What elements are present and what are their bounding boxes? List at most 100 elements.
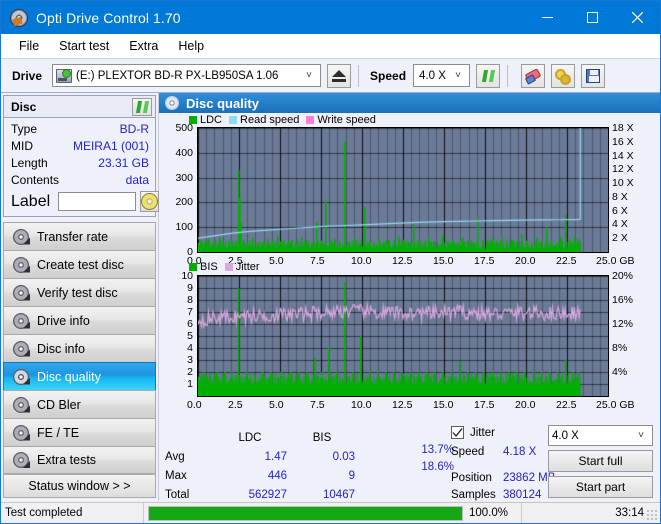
bis-plot[interactable] <box>197 275 609 397</box>
axis-tick-label: 18 X <box>612 122 634 134</box>
legend-label-read-speed: Read speed <box>240 114 300 126</box>
axis-tick-label: 9 <box>187 282 193 294</box>
test-speed-value: 4.0 X <box>552 429 579 442</box>
disc-icon <box>13 424 29 441</box>
drive-label: Drive <box>12 68 43 83</box>
disc-info-list: Type BD-R MID MEIRA1 (001) Length 23.31 … <box>4 118 160 216</box>
toolbar-divider-2 <box>507 64 509 87</box>
jitter-checkbox[interactable] <box>451 426 464 439</box>
disc-label-button[interactable] <box>140 191 160 212</box>
disc-mid-label: MID <box>11 139 33 153</box>
bis-plot-area: 4% 8% 12% 16% 20% 0.0 2.5 5.0 7.5 10.0 12.5 15.0 17.… <box>159 261 660 411</box>
erase-button[interactable] <box>521 63 546 88</box>
window-title: Opti Drive Control 1.70 <box>36 9 181 26</box>
maximize-icon[interactable] <box>570 1 615 34</box>
row-label-total: Total <box>165 488 190 501</box>
legend-label-ldc: LDC <box>200 114 223 126</box>
legend-swatch-ldc <box>189 116 197 124</box>
start-full-button[interactable]: Start full <box>548 450 653 472</box>
ldc-plot[interactable] <box>197 127 609 253</box>
disc-panel: Disc Type BD-R MID MEIRA1 (001) Length 2… <box>3 95 160 217</box>
result-position-label: Position <box>451 471 492 484</box>
keys-button[interactable] <box>551 63 576 88</box>
disc-refresh-button[interactable] <box>132 97 152 116</box>
menu-file[interactable]: File <box>10 36 48 56</box>
status-window-button[interactable]: Status window > > <box>3 474 156 498</box>
axis-tick-label: 15.0 <box>433 399 454 411</box>
axis-tick-label: 8% <box>612 342 628 354</box>
disc-icon <box>165 96 179 110</box>
sidebar-item-disc-info[interactable]: Disc info <box>3 334 156 362</box>
menu-start-test[interactable]: Start test <box>50 36 118 56</box>
axis-tick-label: 12% <box>612 318 634 330</box>
start-part-button[interactable]: Start part <box>548 476 653 498</box>
disc-icon <box>13 368 29 385</box>
legend-label-bis: BIS <box>200 261 218 273</box>
sidebar-item-label: Disc info <box>37 341 85 356</box>
eject-icon <box>332 69 347 82</box>
sidebar-item-transfer-rate[interactable]: Transfer rate <box>3 222 156 250</box>
speed-select[interactable]: 4.0 X ˅ <box>413 64 471 87</box>
sidebar-item-label: Extra tests <box>37 453 97 467</box>
axis-tick-label: 400 <box>175 146 193 159</box>
resize-grip[interactable] <box>646 509 658 521</box>
table-row: Total 562927 10467 <box>165 486 355 503</box>
axis-tick-label: 12 X <box>612 163 634 176</box>
eject-button[interactable] <box>327 63 352 88</box>
menu-help[interactable]: Help <box>169 36 213 56</box>
sidebar-item-label: Disc quality <box>37 369 101 384</box>
eraser-icon <box>525 69 541 83</box>
refresh-button[interactable] <box>476 63 501 88</box>
legend-label-jitter: Jitter <box>235 261 260 273</box>
max-jitter-value: 18.6% <box>421 461 454 473</box>
test-controls: 4.0 X ˅ Start full Start part <box>548 425 656 502</box>
toolbar: Drive (E:) PLEXTOR BD-R PX-LB950SA 1.06 … <box>1 59 660 93</box>
row-label-avg: Avg <box>165 450 185 463</box>
drive-select[interactable]: (E:) PLEXTOR BD-R PX-LB950SA 1.06 ˅ <box>52 64 322 87</box>
axis-tick-label: 16% <box>612 294 634 306</box>
row-label-max: Max <box>165 469 187 482</box>
legend-swatch-jitter <box>224 263 233 271</box>
keys-icon <box>555 68 572 85</box>
sidebar-item-fe-te[interactable]: FE / TE <box>3 418 156 446</box>
sidebar-item-drive-info[interactable]: Drive info <box>3 306 156 334</box>
statistics-table: LDC BIS Avg 1.47 0.03 Max 446 9 Total 56… <box>163 427 357 505</box>
disc-type-value: BD-R <box>119 122 149 136</box>
save-button[interactable] <box>581 63 606 88</box>
status-bar: Test completed 100.0% 33:14 <box>1 502 660 523</box>
drive-select-value: (E:) PLEXTOR BD-R PX-LB950SA 1.06 <box>76 69 279 82</box>
disc-label-input[interactable] <box>58 192 137 211</box>
disc-icon <box>13 396 29 413</box>
sidebar-item-create-test-disc[interactable]: Create test disc <box>3 250 156 278</box>
sidebar-item-cd-bler[interactable]: CD Bler <box>3 390 156 418</box>
disc-icon <box>13 284 29 301</box>
content-area: Disc Type BD-R MID MEIRA1 (001) Length 2… <box>1 93 660 501</box>
minimize-icon[interactable] <box>525 1 570 34</box>
axis-tick-label: 4 <box>187 342 193 354</box>
window-controls <box>525 1 660 34</box>
test-speed-select[interactable]: 4.0 X ˅ <box>548 425 653 446</box>
legend-entry-ldc: LDC <box>189 114 222 126</box>
sidebar-item-disc-quality[interactable]: Disc quality <box>3 362 156 390</box>
total-bis-value: 10467 <box>323 488 355 501</box>
navigation-list: Transfer rate Create test disc Verify te… <box>1 222 158 474</box>
disc-icon <box>13 340 29 357</box>
disc-length-value: 23.31 GB <box>98 156 149 170</box>
disc-info-row-mid: MID MEIRA1 (001) <box>11 138 149 155</box>
disc-icon <box>13 228 29 245</box>
disc-icon <box>13 312 29 329</box>
max-ldc-value: 446 <box>267 469 287 482</box>
sidebar-item-extra-tests[interactable]: Extra tests <box>3 446 156 474</box>
menu-extra[interactable]: Extra <box>120 36 167 56</box>
close-icon[interactable] <box>615 1 660 34</box>
axis-tick-label: 2 <box>187 366 193 378</box>
progress-cell: 100.0% <box>144 502 522 523</box>
sidebar-item-verify-test-disc[interactable]: Verify test disc <box>3 278 156 306</box>
axis-tick-label: 25.0 GB <box>596 399 635 411</box>
legend-swatch-write-speed <box>306 116 315 124</box>
col-header-ldc: LDC <box>238 431 262 444</box>
elapsed-time: 33:14 <box>615 507 644 519</box>
axis-tick-label: 10.0 <box>351 399 372 411</box>
result-speed-label: Speed <box>451 445 485 458</box>
disc-info-row-length: Length 23.31 GB <box>11 155 149 172</box>
